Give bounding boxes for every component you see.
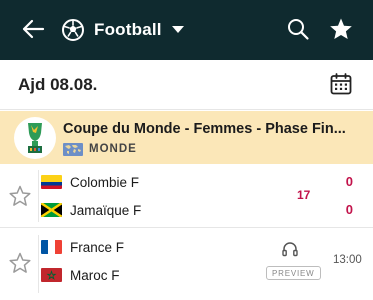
selected-date: Ajd 08.08. — [18, 75, 98, 94]
colombia-flag-icon — [41, 175, 62, 189]
soccer-ball-icon — [60, 17, 86, 43]
date-bar: Ajd 08.08. — [0, 60, 373, 110]
kickoff-time: 13:00 — [333, 254, 362, 266]
league-region: MONDE — [63, 141, 137, 157]
sport-selector[interactable]: Football — [60, 15, 184, 45]
caret-down-icon — [171, 25, 184, 35]
arrow-left-icon — [22, 19, 45, 39]
divider — [38, 235, 39, 293]
home-score: 0 — [345, 174, 353, 189]
team-name: Jamaïque F — [70, 202, 142, 218]
star-icon — [330, 18, 352, 39]
home-team: France F — [41, 238, 124, 256]
search-button[interactable] — [284, 15, 312, 43]
search-icon — [288, 19, 309, 40]
back-button[interactable] — [18, 14, 48, 44]
calendar-icon — [330, 73, 352, 95]
away-score: 0 — [345, 202, 353, 217]
team-name: Colombie F — [70, 174, 140, 190]
sport-title: Football — [94, 20, 162, 39]
away-team: Maroc F — [41, 266, 120, 284]
league-name: Coupe du Monde - Femmes - Phase Fin... — [63, 121, 346, 137]
world-map-icon — [63, 142, 83, 156]
jamaica-flag-icon — [41, 203, 62, 217]
france-flag-icon — [41, 240, 62, 254]
app-header: Football — [0, 0, 373, 60]
team-name: Maroc F — [70, 267, 120, 283]
team-name: France F — [70, 239, 125, 255]
away-team: Jamaïque F — [41, 201, 141, 219]
region-name: MONDE — [89, 143, 137, 155]
preview-badge[interactable]: PREVIEW — [266, 266, 321, 280]
trophy-logo-icon — [14, 117, 56, 159]
favorites-button[interactable] — [326, 14, 356, 44]
match-row[interactable]: Colombie F Jamaïque F 17 0 0 — [0, 164, 373, 228]
headphones-icon[interactable] — [281, 240, 299, 258]
match-minute: 17 — [297, 188, 311, 202]
star-outline-icon[interactable] — [8, 251, 32, 275]
morocco-flag-icon — [41, 268, 62, 282]
star-outline-icon[interactable] — [8, 184, 32, 208]
divider — [38, 170, 39, 222]
match-row[interactable]: France F Maroc F PREVIEW 13:00 — [0, 229, 373, 300]
league-header[interactable]: Coupe du Monde - Femmes - Phase Fin... M… — [0, 111, 373, 164]
home-team: Colombie F — [41, 173, 139, 191]
calendar-button[interactable] — [329, 72, 353, 96]
